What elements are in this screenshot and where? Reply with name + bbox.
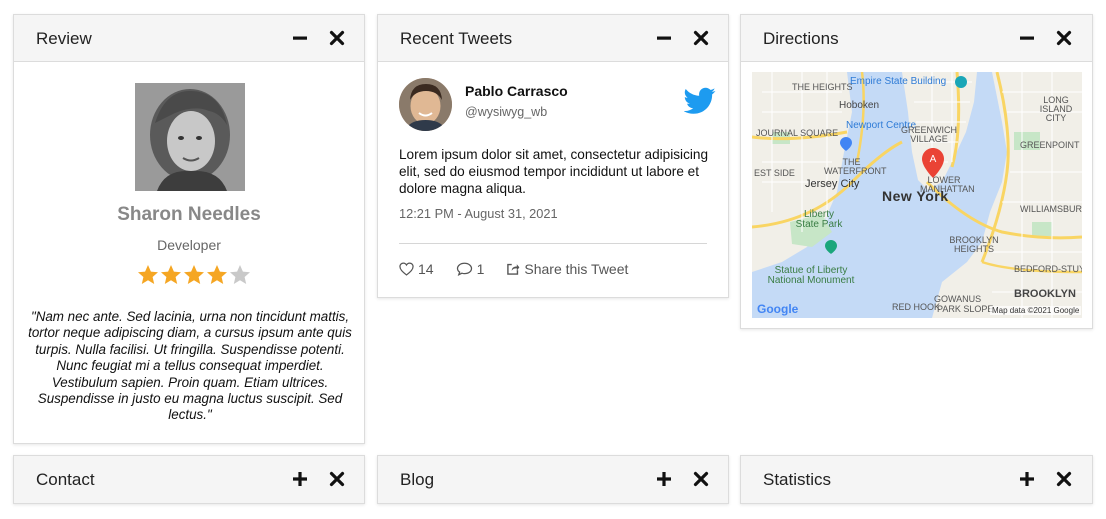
twitter-bird-icon[interactable]	[684, 87, 716, 115]
review-panel-header: Review	[14, 15, 364, 62]
contact-panel-header[interactable]: Contact	[14, 456, 364, 503]
blog-panel: Blog	[377, 455, 729, 504]
panel-title: Blog	[400, 470, 435, 489]
statistics-panel-header[interactable]: Statistics	[741, 456, 1092, 503]
tweet-author-name[interactable]: Pablo Carrasco	[465, 83, 568, 99]
close-icon[interactable]	[690, 468, 712, 490]
map-poi-icon	[840, 137, 852, 151]
minus-icon[interactable]	[289, 27, 311, 49]
panel-title: Review	[36, 29, 92, 48]
share-tweet-button[interactable]: Share this Tweet	[506, 261, 628, 277]
panel-title: Directions	[763, 29, 839, 48]
map[interactable]: Empire State Building THE HEIGHTS Hoboke…	[752, 72, 1082, 318]
map-label: THE HEIGHTS	[792, 82, 853, 92]
map-label: EST SIDE	[754, 168, 795, 178]
close-icon[interactable]	[690, 27, 712, 49]
star-icon	[230, 265, 250, 284]
reply-button[interactable]: 1	[456, 261, 485, 277]
comment-icon	[456, 262, 472, 276]
map-label: BEDFORD-STUYVES	[1014, 264, 1082, 274]
tweet-timestamp[interactable]: 12:21 PM - August 31, 2021	[399, 206, 558, 221]
map-label: JOURNAL SQUARE	[756, 128, 839, 138]
panel-title: Statistics	[763, 470, 832, 489]
map-label: BROOKLYN	[1014, 288, 1076, 300]
tweet-author-handle[interactable]: @wysiwyg_wb	[465, 105, 547, 119]
like-button[interactable]: 14	[399, 261, 434, 277]
directions-panel: Directions Empire State Building THE HEI…	[740, 14, 1093, 329]
map-label: Hoboken	[839, 100, 880, 111]
map-label: RED HOOK	[892, 302, 941, 312]
star-icon	[184, 265, 204, 284]
map-label: THE WATERFRONT	[824, 157, 887, 176]
share-icon	[507, 263, 520, 275]
heart-icon	[399, 262, 414, 276]
reply-count: 1	[476, 261, 485, 277]
close-icon[interactable]	[326, 468, 348, 490]
map-label: BROOKLYN HEIGHTS	[949, 235, 999, 254]
minus-icon[interactable]	[653, 27, 675, 49]
plus-icon[interactable]	[653, 468, 675, 490]
tweet-author-avatar[interactable]	[399, 78, 452, 131]
close-icon[interactable]	[326, 27, 348, 49]
avatar	[135, 83, 245, 191]
map-label: GREENWICH VILLAGE	[901, 125, 957, 144]
star-icon	[138, 265, 158, 284]
star-icon	[207, 265, 227, 284]
map-label: Empire State Building	[850, 76, 947, 87]
tweet-divider	[399, 243, 707, 244]
plus-icon[interactable]	[1016, 468, 1038, 490]
contact-panel: Contact	[13, 455, 365, 504]
share-label: Share this Tweet	[524, 261, 629, 277]
map-label: GOWANUS	[934, 294, 982, 304]
map-label: WILLIAMSBURG	[1020, 204, 1082, 214]
minus-icon[interactable]	[1016, 27, 1038, 49]
tweet-text: Lorem ipsum dolor sit amet, consectetur …	[399, 147, 709, 196]
close-icon[interactable]	[1053, 468, 1075, 490]
star-rating	[138, 265, 250, 284]
close-icon[interactable]	[1053, 27, 1075, 49]
directions-panel-header: Directions	[741, 15, 1092, 62]
map-poi-icon	[955, 76, 967, 88]
plus-icon[interactable]	[289, 468, 311, 490]
tweet-actions: 14 1 Share this Tweet	[399, 261, 650, 277]
map-label: New York	[882, 188, 949, 204]
reviewer-name: Sharon Needles	[117, 204, 261, 225]
reviewer-role: Developer	[157, 237, 221, 253]
review-quote: "Nam nec ante. Sed lacinia, urna non tin…	[28, 309, 352, 423]
map-attribution[interactable]: Map data ©2021 Google	[990, 306, 1082, 315]
tweets-panel-header: Recent Tweets	[378, 15, 728, 62]
panel-title: Recent Tweets	[400, 29, 513, 48]
map-label: Jersey City	[805, 178, 860, 190]
google-logo: Google	[757, 302, 799, 316]
map-label: Liberty State Park	[795, 209, 843, 230]
map-marker-label: A	[930, 154, 937, 165]
review-panel: Review Sharon Needles Developer "Nam nec…	[13, 14, 365, 444]
map-poi-icon	[825, 240, 837, 254]
blog-panel-header[interactable]: Blog	[378, 456, 728, 503]
map-label: Statue of Liberty National Monument	[767, 265, 855, 286]
map-label: LONG ISLAND CITY	[1039, 95, 1073, 123]
statistics-panel: Statistics	[740, 455, 1093, 504]
tweets-panel: Recent Tweets Pablo Carrasco @wysiwyg_wb…	[377, 14, 729, 298]
map-label: PARK SLOPE	[937, 304, 994, 314]
star-icon	[161, 265, 181, 284]
panel-title: Contact	[36, 470, 95, 489]
map-label: GREENPOINT	[1020, 140, 1080, 150]
like-count: 14	[418, 261, 434, 277]
map-pin-icon[interactable]: A	[922, 148, 944, 178]
